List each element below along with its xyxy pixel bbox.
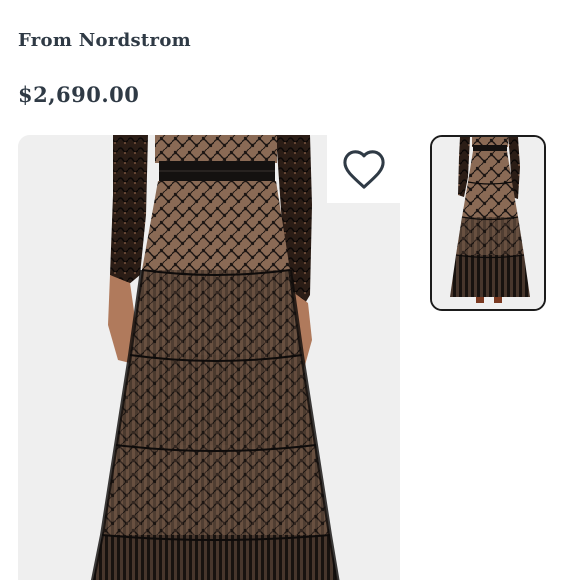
thumbnail-dress-illustration (432, 137, 544, 309)
product-price: $2,690.00 (18, 82, 140, 107)
product-page: From Nordstrom $2,690.00 (0, 0, 580, 580)
retailer-text: From Nordstrom (18, 30, 191, 51)
thumbnail-image[interactable] (430, 135, 546, 311)
heart-outline-icon (342, 150, 385, 189)
favorite-button[interactable] (327, 135, 400, 203)
